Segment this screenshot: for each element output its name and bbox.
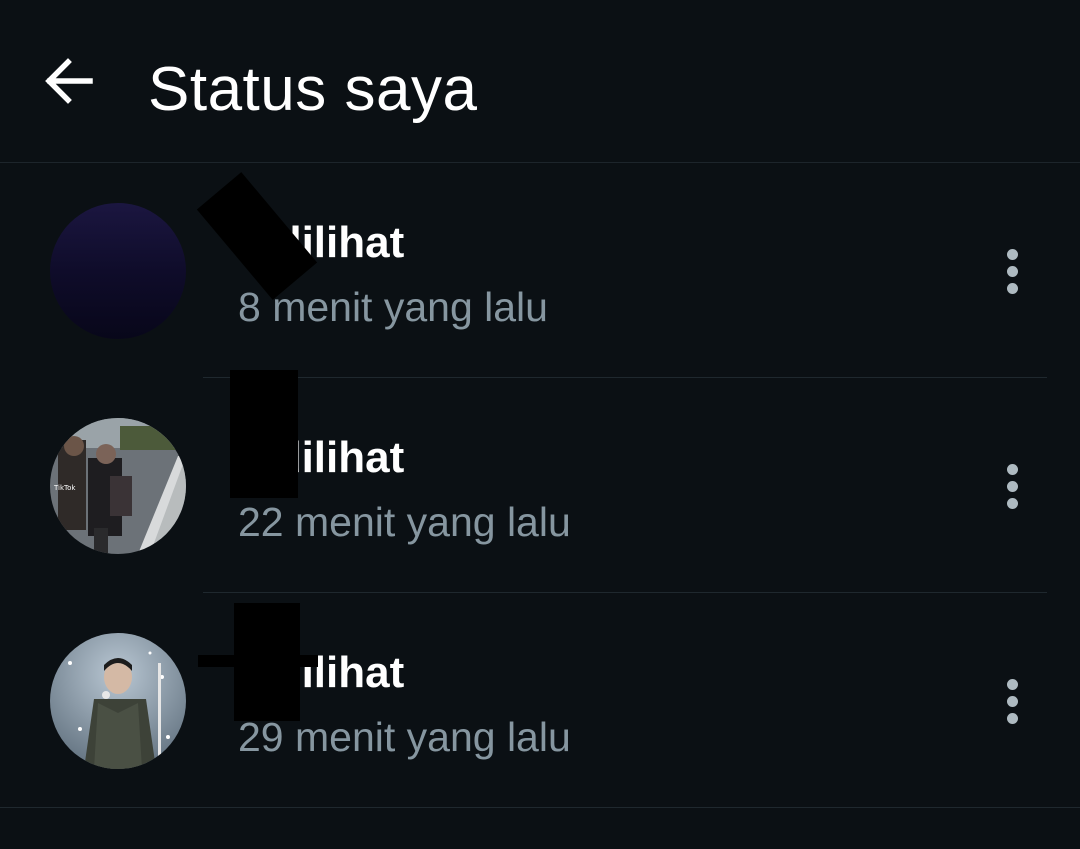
status-item[interactable]: x dilihat 29 menit yang lalu	[0, 593, 1080, 808]
status-time: 22 menit yang lalu	[238, 499, 571, 545]
redaction-mark	[230, 370, 298, 498]
redaction-mark	[198, 655, 318, 667]
status-item[interactable]: TikTok x dilihat 22 menit yang lalu	[0, 370, 1080, 593]
status-thumbnail[interactable]	[50, 203, 186, 339]
status-menu-button[interactable]	[986, 663, 1038, 739]
more-vertical-icon	[1006, 678, 1018, 690]
status-thumbnail[interactable]: TikTok	[50, 418, 186, 554]
more-vertical-icon	[1006, 463, 1018, 475]
arrow-left-icon	[42, 57, 94, 110]
status-item[interactable]: x dilihat 8 menit yang lalu	[0, 163, 1080, 378]
status-thumbnail[interactable]	[50, 633, 186, 769]
app-bar: Status saya	[0, 0, 1080, 163]
svg-text:TikTok: TikTok	[53, 484, 76, 492]
divider	[0, 807, 1080, 808]
back-button[interactable]	[30, 45, 106, 121]
more-vertical-icon	[1006, 248, 1018, 260]
status-menu-button[interactable]	[986, 233, 1038, 309]
status-menu-button[interactable]	[986, 448, 1038, 524]
page-title: Status saya	[148, 55, 478, 124]
status-list: x dilihat 8 menit yang lalu TikTok x dil…	[0, 163, 1080, 808]
